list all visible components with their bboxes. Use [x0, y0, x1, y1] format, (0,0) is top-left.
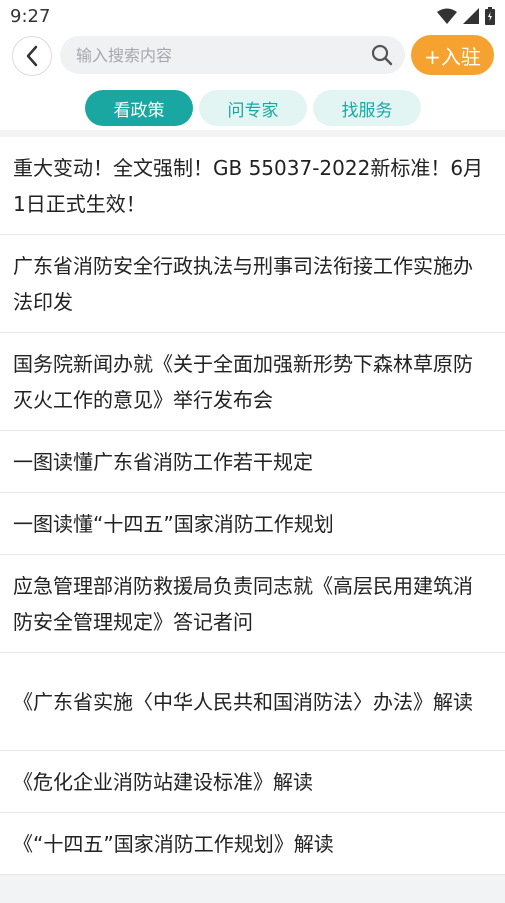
tab-find-service[interactable]: 找服务: [313, 90, 421, 126]
join-button[interactable]: +入驻: [411, 35, 494, 75]
battery-icon: [485, 7, 495, 25]
article-title: 《危化企业消防站建设标准》解读: [13, 769, 313, 794]
article-title: 一图读懂“十四五”国家消防工作规划: [13, 511, 334, 536]
article-title: 一图读懂广东省消防工作若干规定: [13, 449, 313, 474]
article-item[interactable]: 应急管理部消防救援局负责同志就《高层民用建筑消防安全管理规定》答记者问: [0, 555, 505, 653]
status-bar: 9:27: [0, 0, 505, 32]
article-list: 重大变动！全文强制！GB 55037-2022新标准！6月1日正式生效！ 广东省…: [0, 137, 505, 875]
article-title: 广东省消防安全行政执法与刑事司法衔接工作实施办法印发: [13, 253, 473, 314]
search-input[interactable]: [76, 36, 356, 74]
tab-bar: 看政策 问专家 找服务: [85, 90, 421, 126]
article-item[interactable]: 一图读懂广东省消防工作若干规定: [0, 431, 505, 493]
article-item[interactable]: 广东省消防安全行政执法与刑事司法衔接工作实施办法印发: [0, 235, 505, 333]
tab-policy[interactable]: 看政策: [85, 90, 193, 126]
search-bar: [60, 36, 405, 74]
back-button[interactable]: [12, 36, 52, 76]
search-icon[interactable]: [371, 44, 393, 66]
article-title: 《“十四五”国家消防工作规划》解读: [13, 831, 334, 856]
article-title: 《广东省实施〈中华人民共和国消防法〉办法》解读: [13, 689, 473, 714]
signal-icon: [463, 8, 479, 24]
article-item[interactable]: 重大变动！全文强制！GB 55037-2022新标准！6月1日正式生效！: [0, 137, 505, 235]
article-title: 国务院新闻办就《关于全面加强新形势下森林草原防灭火工作的意见》举行发布会: [13, 351, 473, 412]
article-item[interactable]: 一图读懂“十四五”国家消防工作规划: [0, 493, 505, 555]
status-time: 9:27: [10, 6, 51, 27]
article-item[interactable]: 《“十四五”国家消防工作规划》解读: [0, 813, 505, 875]
article-item[interactable]: 国务院新闻办就《关于全面加强新形势下森林草原防灭火工作的意见》举行发布会: [0, 333, 505, 431]
tab-ask-expert[interactable]: 问专家: [199, 90, 307, 126]
chevron-left-icon: [26, 45, 38, 67]
article-title: 应急管理部消防救援局负责同志就《高层民用建筑消防安全管理规定》答记者问: [13, 573, 473, 634]
article-item[interactable]: 《广东省实施〈中华人民共和国消防法〉办法》解读: [0, 653, 505, 751]
article-item[interactable]: 《危化企业消防站建设标准》解读: [0, 751, 505, 813]
wifi-icon: [437, 8, 457, 24]
header: +入驻 看政策 问专家 找服务: [0, 32, 505, 130]
article-title: 重大变动！全文强制！GB 55037-2022新标准！6月1日正式生效！: [13, 155, 484, 216]
system-icons: [437, 7, 495, 25]
